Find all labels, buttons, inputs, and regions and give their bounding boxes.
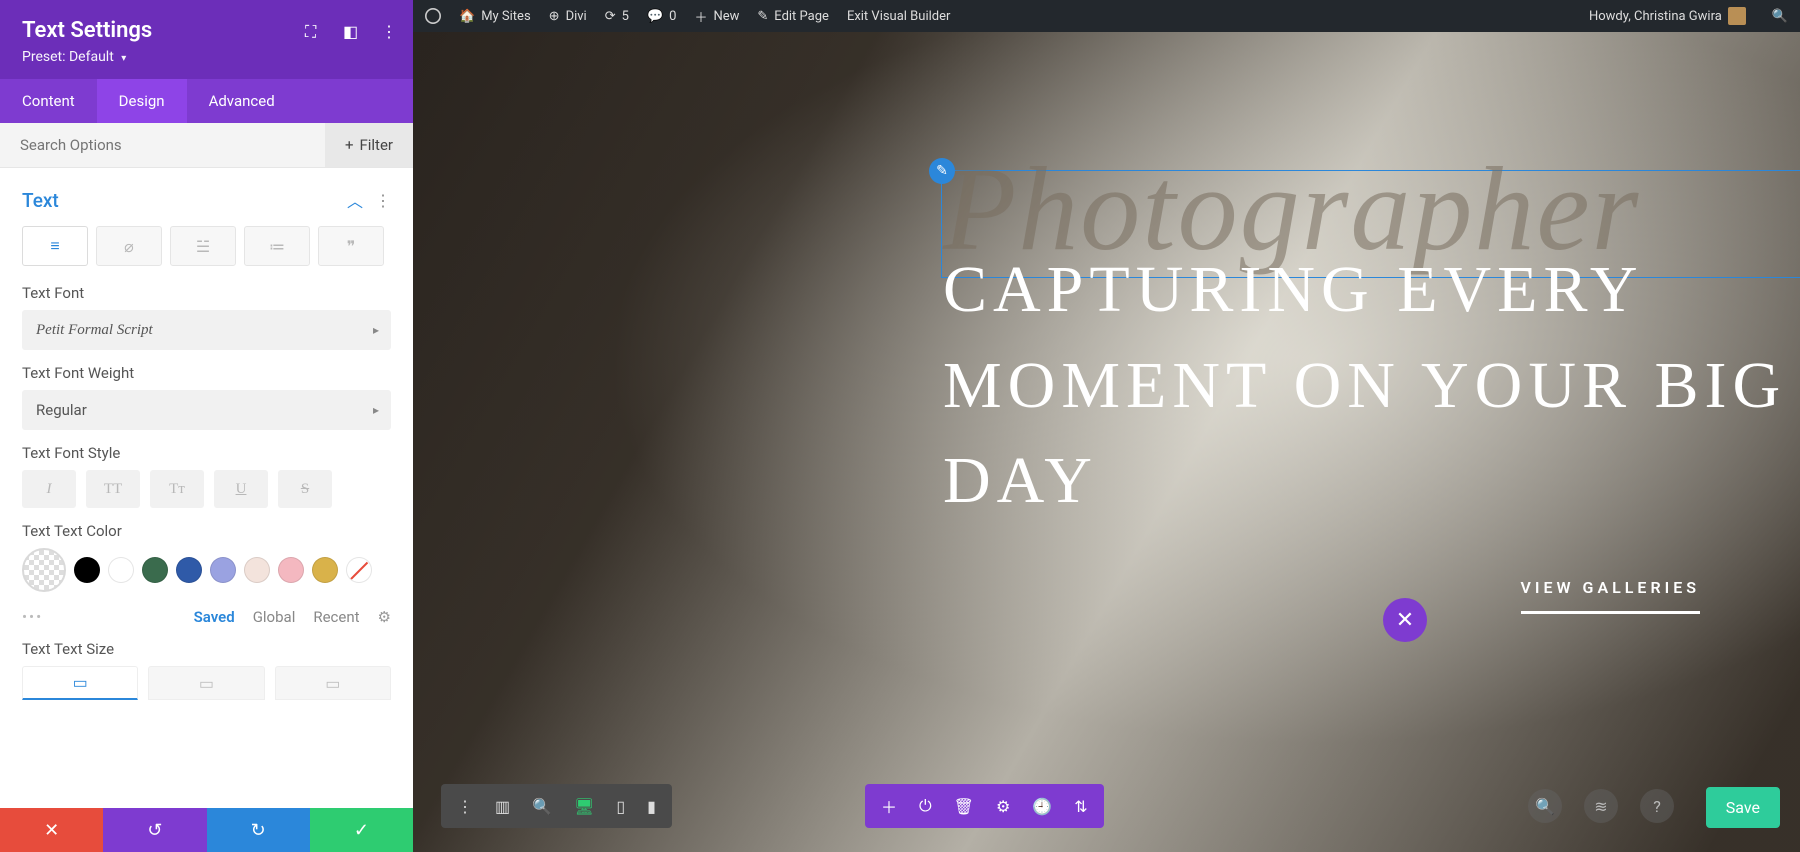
- tab-recent[interactable]: Recent: [313, 608, 359, 626]
- help-icon[interactable]: ?: [1640, 789, 1674, 823]
- uppercase-button[interactable]: TT: [86, 470, 140, 508]
- swatch-white[interactable]: [108, 557, 134, 583]
- swatch-black[interactable]: [74, 557, 100, 583]
- chevron-up-icon[interactable]: ︿: [347, 188, 363, 212]
- more-icon[interactable]: •••: [22, 608, 43, 626]
- swatch-none[interactable]: [346, 557, 372, 583]
- chevron-updown-icon: ▸: [373, 323, 379, 337]
- label-color: Text Text Color: [22, 522, 391, 540]
- save-button[interactable]: Save: [1706, 787, 1780, 828]
- size-tablet-tab[interactable]: ▭: [148, 666, 264, 700]
- module-toolbar: ＋ ⏻ 🗑 ⚙ 🕘 ⇅: [865, 784, 1104, 828]
- gear-icon[interactable]: ⚙: [378, 608, 391, 626]
- preview-area: 🏠 My Sites ⊕ Divi ⟳ 5 💬 0 ＋ New ✎ Edit P…: [413, 0, 1800, 852]
- avatar: [1728, 7, 1746, 25]
- size-phone-tab[interactable]: ▭: [275, 666, 391, 700]
- swatch-blue[interactable]: [176, 557, 202, 583]
- swatch-transparent[interactable]: [22, 548, 66, 592]
- panel-header: Text Settings Preset: Default ▾ ⛶ ◧ ⋮: [0, 0, 413, 79]
- weight-select[interactable]: Regular ▸: [22, 390, 391, 430]
- mysites-link[interactable]: 🏠 My Sites: [459, 9, 531, 24]
- filter-button[interactable]: + Filter: [325, 123, 413, 167]
- label-size: Text Text Size: [22, 640, 391, 658]
- tab-content[interactable]: Content: [0, 79, 97, 123]
- align-left-button[interactable]: ≡: [22, 226, 88, 266]
- link-button[interactable]: ⌀: [96, 226, 162, 266]
- chevron-down-icon: ▾: [121, 53, 126, 64]
- apply-button[interactable]: ✓: [310, 808, 413, 852]
- new-link[interactable]: ＋ New: [694, 7, 739, 26]
- tab-saved[interactable]: Saved: [194, 608, 235, 626]
- underline-button[interactable]: U: [214, 470, 268, 508]
- discard-button[interactable]: ✕: [0, 808, 103, 852]
- greeting[interactable]: Howdy, Christina Gwira: [1589, 7, 1746, 25]
- wp-admin-bar: 🏠 My Sites ⊕ Divi ⟳ 5 💬 0 ＋ New ✎ Edit P…: [413, 0, 1800, 32]
- label-font: Text Font: [22, 284, 391, 302]
- kebab-icon[interactable]: ⋮: [457, 797, 473, 816]
- smallcaps-button[interactable]: Tᴛ: [150, 470, 204, 508]
- desktop-icon[interactable]: 🖥: [574, 797, 594, 816]
- swatch-peach[interactable]: [244, 557, 270, 583]
- hero-heading[interactable]: CAPTURING EVERY MOMENT ON YOUR BIG DAY: [943, 242, 1800, 529]
- tab-bar: Content Design Advanced: [0, 79, 413, 123]
- italic-button[interactable]: I: [22, 470, 76, 508]
- text-toolbar: ≡ ⌀ ☱ ≔ ❞: [22, 226, 391, 266]
- comments-link[interactable]: 💬 0: [647, 9, 677, 24]
- undo-button[interactable]: ↺: [103, 808, 206, 852]
- exit-builder-link[interactable]: Exit Visual Builder: [847, 9, 950, 24]
- list-ol-button[interactable]: ≔: [244, 226, 310, 266]
- color-swatches: [22, 548, 391, 592]
- trash-icon[interactable]: 🗑: [954, 797, 974, 816]
- tab-design[interactable]: Design: [97, 79, 187, 123]
- kebab-icon[interactable]: ⋮: [381, 22, 399, 40]
- sort-icon[interactable]: ⇅: [1074, 797, 1087, 816]
- size-desktop-tab[interactable]: ▭: [22, 666, 138, 700]
- phone-icon[interactable]: ▮: [647, 797, 656, 816]
- tablet-icon[interactable]: ▯: [616, 797, 625, 816]
- updates-link[interactable]: ⟳ 5: [605, 9, 629, 24]
- panel-actions: ✕ ↺ ↻ ✓: [0, 808, 413, 852]
- tab-global[interactable]: Global: [253, 608, 296, 626]
- help-toolbar: 🔍 ≋ ?: [1512, 784, 1690, 828]
- columns-icon[interactable]: ◧: [343, 22, 361, 40]
- wp-logo-icon[interactable]: [425, 8, 441, 24]
- strike-button[interactable]: S: [278, 470, 332, 508]
- label-weight: Text Font Weight: [22, 364, 391, 382]
- swatch-lavender[interactable]: [210, 557, 236, 583]
- font-select[interactable]: Petit Formal Script ▸: [22, 310, 391, 350]
- layers-icon[interactable]: ≋: [1584, 789, 1618, 823]
- view-galleries-link[interactable]: VIEW GALLERIES: [1521, 578, 1701, 614]
- power-icon[interactable]: ⏻: [919, 796, 932, 816]
- find-icon[interactable]: 🔍: [1528, 789, 1562, 823]
- redo-button[interactable]: ↻: [207, 808, 310, 852]
- quote-button[interactable]: ❞: [318, 226, 384, 266]
- plus-icon: +: [345, 136, 354, 154]
- view-toolbar: ⋮ ▥ 🔍 🖥 ▯ ▮: [441, 784, 672, 828]
- kebab-icon[interactable]: ⋮: [375, 191, 391, 210]
- tab-advanced[interactable]: Advanced: [187, 79, 297, 123]
- chevron-updown-icon: ▸: [373, 403, 379, 417]
- add-icon[interactable]: ＋: [881, 794, 897, 818]
- expand-icon[interactable]: ⛶: [305, 22, 323, 40]
- section-title[interactable]: Text: [22, 189, 59, 212]
- label-style: Text Font Style: [22, 444, 391, 462]
- settings-panel: Text Settings Preset: Default ▾ ⛶ ◧ ⋮ Co…: [0, 0, 413, 852]
- zoom-icon[interactable]: 🔍: [532, 797, 552, 816]
- wireframe-icon[interactable]: ▥: [495, 797, 510, 816]
- clock-icon[interactable]: 🕘: [1032, 797, 1052, 816]
- search-input[interactable]: [0, 123, 325, 167]
- swatch-gold[interactable]: [312, 557, 338, 583]
- list-ul-button[interactable]: ☱: [170, 226, 236, 266]
- search-icon[interactable]: 🔍: [1772, 9, 1788, 24]
- swatch-pink[interactable]: [278, 557, 304, 583]
- edit-page-link[interactable]: ✎ Edit Page: [757, 9, 829, 24]
- preset-row[interactable]: Preset: Default ▾: [22, 49, 391, 65]
- swatch-green[interactable]: [142, 557, 168, 583]
- close-fab[interactable]: ✕: [1383, 598, 1427, 642]
- sitename-link[interactable]: ⊕ Divi: [549, 9, 587, 24]
- gear-icon[interactable]: ⚙: [996, 797, 1010, 816]
